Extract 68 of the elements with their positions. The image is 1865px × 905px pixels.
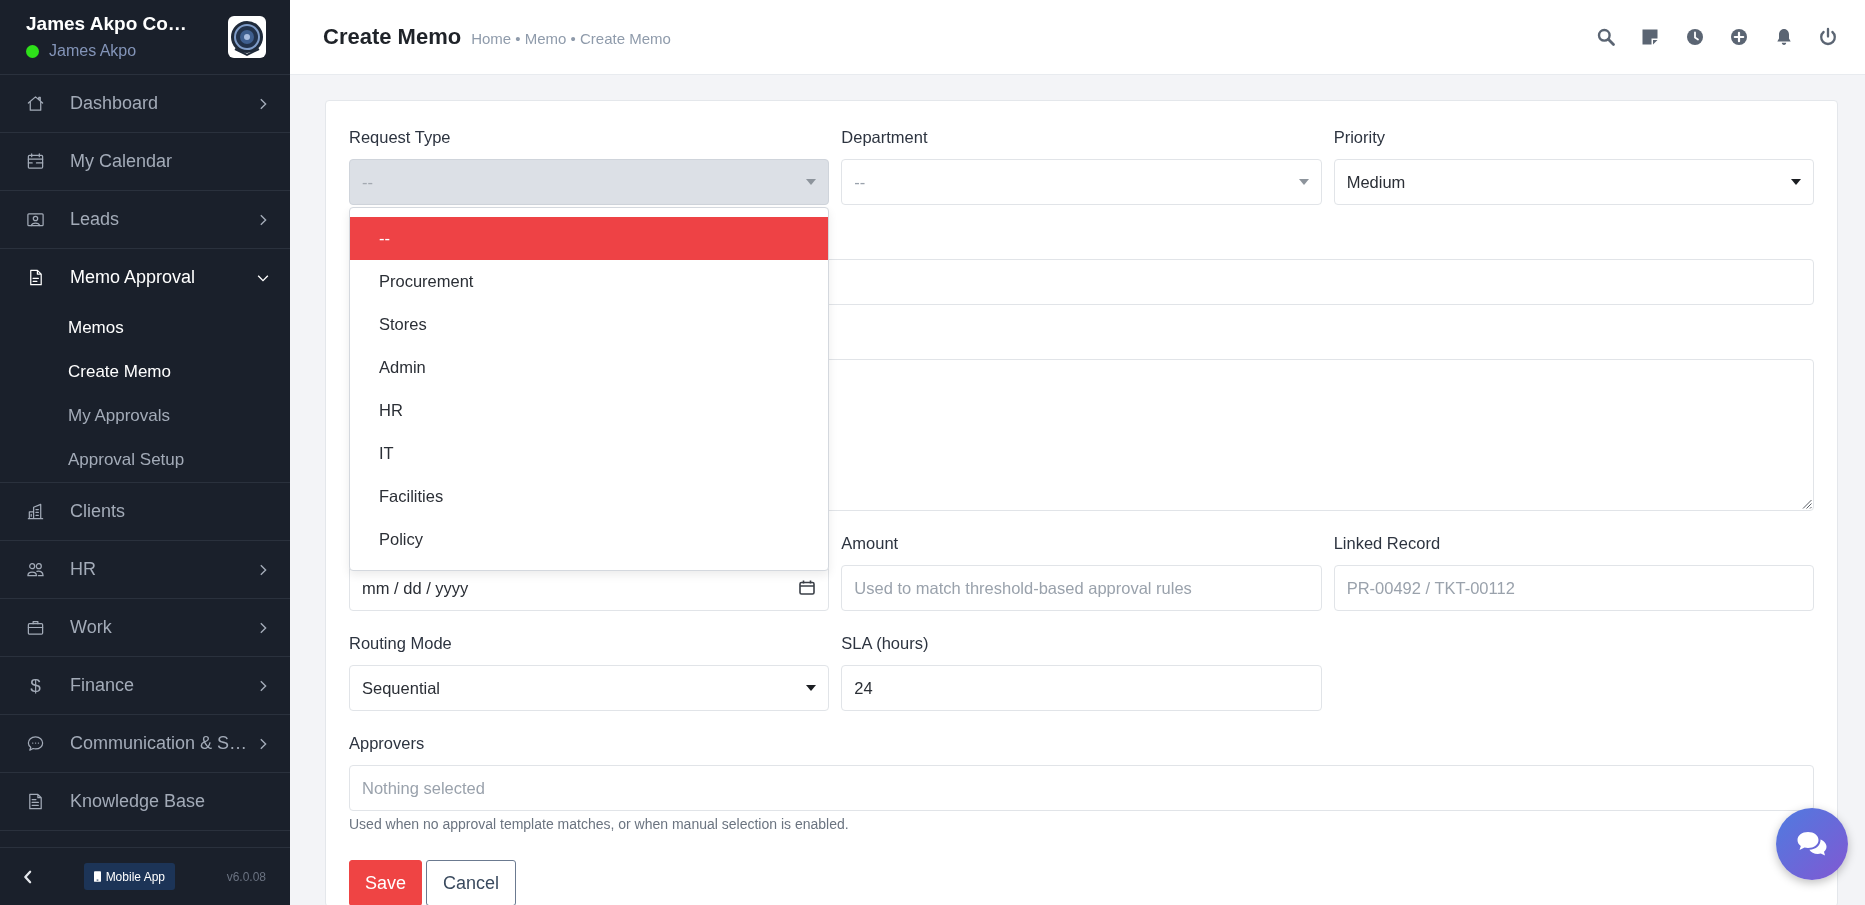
dropdown-option[interactable]: Admin: [350, 346, 829, 389]
submenu-item[interactable]: Memos: [0, 306, 290, 350]
field-label: Linked Record: [1333, 533, 1442, 553]
menu-item[interactable]: Clients: [0, 483, 290, 540]
plus-circle-icon[interactable]: [1729, 27, 1749, 47]
chevron-left-icon[interactable]: [23, 869, 32, 884]
dropdown-option[interactable]: Procurement: [350, 260, 829, 303]
menu-item[interactable]: $ Finance: [0, 657, 290, 714]
input-field[interactable]: PR-00492 / TKT-00112: [1333, 565, 1814, 611]
menu-item[interactable]: My Calendar: [0, 133, 290, 190]
resize-handle-icon[interactable]: [1802, 499, 1812, 509]
user-name: James Akpo: [49, 41, 137, 61]
select-field[interactable]: Sequential: [349, 665, 830, 711]
building-icon: [26, 502, 45, 521]
cancel-button[interactable]: Cancel: [426, 860, 517, 905]
calendar-icon[interactable]: [799, 580, 816, 595]
menu-item[interactable]: Leads: [0, 191, 290, 248]
page-title: Create Memo: [323, 24, 462, 50]
field-label: Request Type: [349, 127, 452, 147]
field-label: Routing Mode: [349, 633, 453, 653]
field-label: Approvers: [349, 733, 426, 753]
chat-bubbles-icon: [1796, 830, 1828, 858]
phone-icon: [93, 871, 101, 882]
dropdown-option[interactable]: Policy: [350, 518, 829, 561]
dropdown-option[interactable]: Stores: [350, 303, 829, 346]
caret-down-icon: [1298, 179, 1309, 185]
briefcase-icon: [26, 618, 45, 637]
input-field[interactable]: Used to match threshold-based approval rules: [841, 565, 1322, 611]
caret-down-icon: [806, 685, 817, 691]
power-icon[interactable]: [1818, 27, 1838, 47]
field-label: Amount: [841, 533, 900, 553]
field-label: Priority: [1333, 127, 1386, 147]
dollar-icon: $: [26, 674, 45, 697]
menu-item[interactable]: Dashboard: [0, 75, 290, 132]
menu-item[interactable]: Knowledge Base: [0, 773, 290, 830]
dropdown-option[interactable]: IT: [350, 432, 829, 475]
submenu-item[interactable]: Create Memo: [0, 350, 290, 394]
sticky-note-icon[interactable]: [1640, 27, 1660, 47]
calendar-icon: [26, 152, 45, 171]
caret-down-icon: [806, 179, 817, 185]
menu-item[interactable]: Memo Approval: [0, 249, 290, 306]
home-icon: [26, 94, 45, 113]
caret-down-icon: [1791, 179, 1801, 185]
logo-icon: [228, 16, 266, 58]
breadcrumb: Home • Memo • Create Memo: [471, 30, 672, 47]
company-name: James Akpo Co…: [26, 13, 187, 35]
people-icon: [26, 560, 45, 579]
menu-item[interactable]: HR: [0, 541, 290, 598]
contact-card-icon: [26, 210, 45, 229]
chat-bubble-icon: [26, 734, 45, 753]
select-field[interactable]: Medium: [1333, 159, 1814, 205]
save-button[interactable]: Save: [349, 860, 423, 905]
dropdown-option[interactable]: --: [350, 217, 829, 260]
menu-item[interactable]: Communication & S…: [0, 715, 290, 772]
search-icon[interactable]: [1595, 27, 1616, 47]
help-text: Used when no approval template matches, or when manual selection is enabled.: [349, 816, 850, 832]
version-text: v6.0.08: [226, 869, 266, 884]
field-label: Department: [841, 127, 929, 147]
submenu-item[interactable]: My Approvals: [0, 394, 290, 438]
dropdown-option[interactable]: Facilities: [350, 475, 829, 518]
field-label: SLA (hours): [841, 633, 930, 653]
submenu-item[interactable]: Approval Setup: [0, 438, 290, 482]
dropdown-option[interactable]: HR: [350, 389, 829, 432]
mobile-app-button[interactable]: Mobile App: [83, 863, 175, 890]
input-field[interactable]: 24: [841, 665, 1322, 711]
clock-icon[interactable]: [1684, 27, 1705, 47]
document-icon: [26, 792, 45, 811]
menu-item[interactable]: Work: [0, 599, 290, 656]
